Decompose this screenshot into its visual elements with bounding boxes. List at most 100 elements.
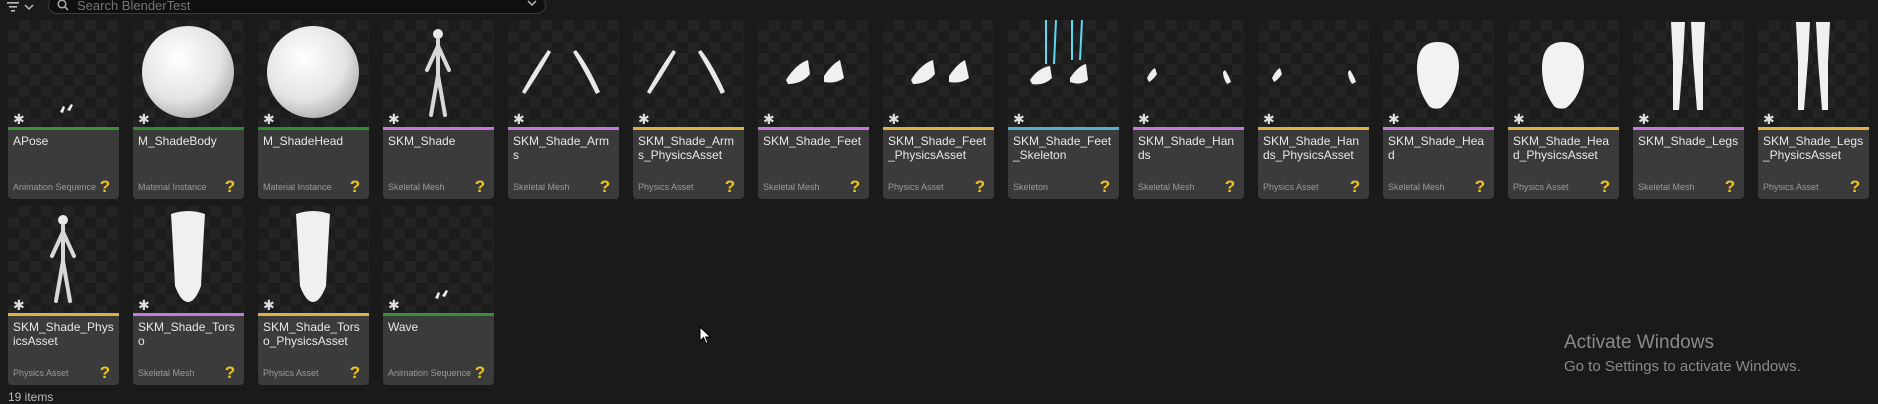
asset-tile[interactable]: ✱ Wave Animation Sequence? xyxy=(383,206,494,385)
asset-name: SKM_Shade_Arms xyxy=(513,134,610,162)
asset-name: SKM_Shade_Torso_PhysicsAsset xyxy=(263,320,360,348)
question-mark-icon[interactable]: ? xyxy=(347,364,363,381)
asset-type: Skeletal Mesh xyxy=(1388,182,1445,192)
asset-type: Material Instance xyxy=(263,182,332,192)
asset-tile[interactable]: ✱ SKM_Shade_Torso_PhysicsAsset Physics Ass… xyxy=(258,206,369,385)
asset-name: SKM_Shade_Feet xyxy=(763,134,862,148)
toolbar xyxy=(0,0,1878,16)
asset-tile[interactable]: ✱ M_ShadeBody Material Instance? xyxy=(133,20,244,199)
question-mark-icon[interactable]: ? xyxy=(972,178,988,195)
asset-type: Physics Asset xyxy=(263,368,319,378)
asset-info: SKM_Shade_Torso Skeletal Mesh? xyxy=(133,316,244,385)
search-input[interactable] xyxy=(77,0,517,13)
asset-info: SKM_Shade_Feet Skeletal Mesh? xyxy=(758,130,869,199)
question-mark-icon[interactable]: ? xyxy=(472,178,488,195)
question-mark-icon[interactable]: ? xyxy=(222,364,238,381)
asset-thumbnail: ✱ xyxy=(1383,20,1494,128)
asset-info: SKM_Shade_Head_PhysicsAsset Physics Asset… xyxy=(1508,130,1619,199)
asset-name: SKM_Shade_Head_PhysicsAsset xyxy=(1513,134,1610,162)
question-mark-icon[interactable]: ? xyxy=(222,178,238,195)
asset-type: Skeletal Mesh xyxy=(138,368,195,378)
asset-tile[interactable]: ✱ SKM_Shade_Head Skeletal Mesh? xyxy=(1383,20,1494,199)
asset-tile[interactable]: ✱ SKM_Shade_Hands_PhysicsAsset Physics Ass… xyxy=(1258,20,1369,199)
asset-tile[interactable]: ✱ SKM_Shade_Arms Skeletal Mesh? xyxy=(508,20,619,199)
asset-tile[interactable]: ✱ SKM_Shade_Legs Skeletal Mesh? xyxy=(1633,20,1744,199)
asset-info: SKM_Shade_Hands_PhysicsAsset Physics Asse… xyxy=(1258,130,1369,199)
asset-name: APose xyxy=(13,134,49,148)
question-mark-icon[interactable]: ? xyxy=(97,364,113,381)
asset-name: SKM_Shade_PhysicsAsset xyxy=(13,320,114,348)
question-mark-icon[interactable]: ? xyxy=(722,178,738,195)
asset-name: SKM_Shade_Torso xyxy=(138,320,235,348)
watermark-subtitle: Go to Settings to activate Windows. xyxy=(1564,358,1801,375)
asset-thumbnail: ✱ xyxy=(508,20,619,128)
asset-type: Skeletal Mesh xyxy=(388,182,445,192)
asset-name: SKM_Shade_Feet_PhysicsAsset xyxy=(888,134,987,162)
asset-name: SKM_Shade_Hands_PhysicsAsset xyxy=(1263,134,1360,162)
question-mark-icon[interactable]: ? xyxy=(847,178,863,195)
watermark-title: Activate Windows xyxy=(1564,332,1714,353)
asset-thumbnail: ✱ xyxy=(1508,20,1619,128)
asset-type: Animation Sequence xyxy=(13,182,97,192)
star-icon: ✱ xyxy=(513,111,525,127)
asset-thumbnail: ✱ xyxy=(8,206,119,314)
asset-type: Physics Asset xyxy=(638,182,694,192)
question-mark-icon[interactable]: ? xyxy=(347,178,363,195)
asset-tile[interactable]: ✱ SKM_Shade_Head_PhysicsAsset Physics Asse… xyxy=(1508,20,1619,199)
question-mark-icon[interactable]: ? xyxy=(597,178,613,195)
asset-name: M_ShadeBody xyxy=(138,134,217,148)
search-dropdown-chevron-icon[interactable] xyxy=(527,0,537,7)
asset-type: Skeletal Mesh xyxy=(1138,182,1195,192)
star-icon: ✱ xyxy=(388,111,400,127)
asset-thumbnail: ✱ xyxy=(383,206,494,314)
asset-info: SKM_Shade_Feet_PhysicsAsset Physics Asset… xyxy=(883,130,994,199)
asset-tile[interactable]: ✱ SKM_Shade_Arms_PhysicsAsset Physics Asse… xyxy=(633,20,744,199)
question-mark-icon[interactable]: ? xyxy=(1722,178,1738,195)
asset-info: SKM_Shade_Hands Skeletal Mesh? xyxy=(1133,130,1244,199)
asset-name: SKM_Shade_Legs_PhysicsAsset xyxy=(1763,134,1864,162)
asset-thumbnail: ✱ xyxy=(1758,20,1869,128)
asset-info: SKM_Shade_Feet_Skeleton Skeleton? xyxy=(1008,130,1119,199)
question-mark-icon[interactable]: ? xyxy=(1097,178,1113,195)
asset-tile[interactable]: ✱ SKM_Shade_Feet_PhysicsAsset Physics Asse… xyxy=(883,20,994,199)
asset-tile[interactable]: ✱ APose Animation Sequence? xyxy=(8,20,119,199)
asset-type: Physics Asset xyxy=(1513,182,1569,192)
search-icon xyxy=(57,0,69,11)
question-mark-icon[interactable]: ? xyxy=(1847,178,1863,195)
asset-tile[interactable]: ✱ SKM_Shade_Feet Skeletal Mesh? xyxy=(758,20,869,199)
asset-tile[interactable]: ✱ SKM_Shade Skeletal Mesh? xyxy=(383,20,494,199)
item-count: 19 items xyxy=(8,390,54,404)
asset-thumbnail: ✱ xyxy=(133,206,244,314)
question-mark-icon[interactable]: ? xyxy=(472,364,488,381)
activate-windows-watermark: Activate Windows Go to Settings to activ… xyxy=(1564,332,1801,375)
asset-thumbnail: ✱ xyxy=(383,20,494,128)
question-mark-icon[interactable]: ? xyxy=(1472,178,1488,195)
asset-name: SKM_Shade_Feet_Skeleton xyxy=(1013,134,1112,162)
asset-info: SKM_Shade_Legs_PhysicsAsset Physics Asset… xyxy=(1758,130,1869,199)
asset-info: M_ShadeBody Material Instance? xyxy=(133,130,244,199)
asset-tile[interactable]: ✱ SKM_Shade_Legs_PhysicsAsset Physics Asse… xyxy=(1758,20,1869,199)
asset-type: Physics Asset xyxy=(1763,182,1819,192)
star-icon: ✱ xyxy=(263,297,275,313)
asset-tile[interactable]: ✱ SKM_Shade_Hands Skeletal Mesh? xyxy=(1133,20,1244,199)
mouse-cursor-icon xyxy=(699,326,712,345)
question-mark-icon[interactable]: ? xyxy=(1597,178,1613,195)
question-mark-icon[interactable]: ? xyxy=(1347,178,1363,195)
search-box[interactable] xyxy=(48,0,546,14)
asset-tile[interactable]: ✱ SKM_Shade_Feet_Skeleton Skeleton? xyxy=(1008,20,1119,199)
asset-thumbnail: ✱ xyxy=(258,20,369,128)
asset-tile[interactable]: ✱ M_ShadeHead Material Instance? xyxy=(258,20,369,199)
filter-button[interactable] xyxy=(6,0,42,14)
asset-type: Material Instance xyxy=(138,182,207,192)
asset-name: Wave xyxy=(388,320,419,334)
question-mark-icon[interactable]: ? xyxy=(97,178,113,195)
star-icon: ✱ xyxy=(1138,111,1150,127)
asset-tile[interactable]: ✱ SKM_Shade_Torso Skeletal Mesh? xyxy=(133,206,244,385)
question-mark-icon[interactable]: ? xyxy=(1222,178,1238,195)
asset-name: SKM_Shade xyxy=(388,134,456,148)
asset-thumbnail: ✱ xyxy=(133,20,244,128)
chevron-down-icon xyxy=(24,4,34,11)
star-icon: ✱ xyxy=(638,111,650,127)
asset-tile[interactable]: ✱ SKM_Shade_PhysicsAsset Physics Asset? xyxy=(8,206,119,385)
star-icon: ✱ xyxy=(1013,111,1025,127)
